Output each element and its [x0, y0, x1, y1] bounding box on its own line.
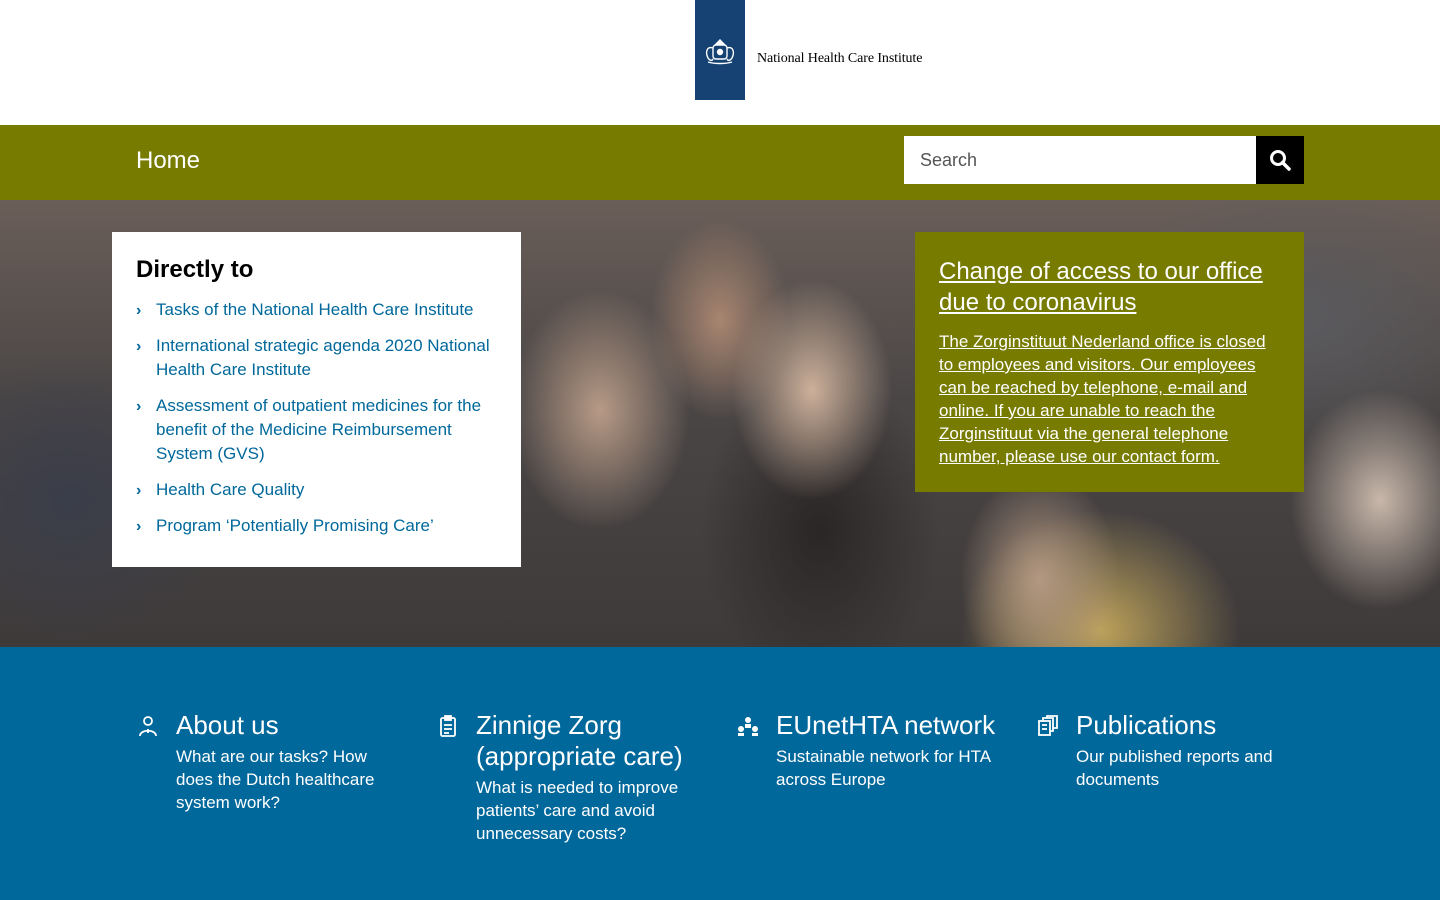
directly-to-list: › Tasks of the National Health Care Inst… — [136, 298, 497, 538]
tile-about-us[interactable]: About us What are our tasks? How does th… — [136, 710, 406, 814]
directly-to-title: Directly to — [136, 256, 254, 283]
chevron-right-icon: › — [136, 518, 142, 535]
chevron-right-icon: › — [136, 482, 142, 499]
chevron-right-icon: › — [136, 398, 142, 415]
chevron-right-icon: › — [136, 302, 142, 319]
tile-zinnige-zorg[interactable]: Zinnige Zorg (appropriate care) What is … — [436, 710, 696, 845]
tile-description: What is needed to improve patients’ care… — [476, 778, 679, 843]
logo-emblem[interactable] — [695, 0, 745, 100]
logo-text[interactable]: National Health Care Institute — [757, 51, 922, 67]
network-icon — [738, 717, 758, 736]
tile-title: Zinnige Zorg (appropriate care) — [476, 710, 683, 771]
directly-to-item: › Health Care Quality — [136, 478, 497, 502]
nav-home-link[interactable]: Home — [136, 147, 200, 175]
tile-title: Publications — [1076, 710, 1217, 740]
person-icon — [139, 716, 157, 737]
notice-panel: Change of access to our office due to co… — [915, 232, 1304, 492]
tile-title: About us — [176, 710, 279, 740]
notice-title-link[interactable]: Change of access to our office due to co… — [939, 256, 1280, 318]
directly-to-item: › Assessment of outpatient medicines for… — [136, 394, 497, 466]
directly-to-item: › Tasks of the National Health Care Inst… — [136, 298, 497, 322]
tile-description: Our published reports and documents — [1076, 747, 1273, 789]
tile-eunethta[interactable]: EUnetHTA network Sustainable network for… — [736, 710, 1006, 791]
directly-to-item: › Program ‘Potentially Promising Care’ — [136, 514, 497, 538]
directly-to-link[interactable]: Program ‘Potentially Promising Care’ — [156, 516, 434, 535]
directly-to-link[interactable]: Tasks of the National Health Care Instit… — [156, 300, 474, 319]
directly-to-link[interactable]: International strategic agenda 2020 Nati… — [156, 336, 490, 379]
directly-to-link[interactable]: Assessment of outpatient medicines for t… — [156, 396, 481, 463]
tile-description: Sustainable network for HTA across Europ… — [776, 747, 991, 789]
chevron-right-icon: › — [136, 338, 142, 355]
search-input[interactable] — [904, 136, 1256, 184]
coat-of-arms-icon — [705, 39, 735, 65]
directly-to-item: › International strategic agenda 2020 Na… — [136, 334, 497, 382]
clipboard-icon — [440, 715, 456, 737]
search-icon — [1270, 150, 1291, 171]
topic-tiles-section: About us What are our tasks? How does th… — [0, 647, 1440, 900]
directly-to-panel: Directly to › Tasks of the National Heal… — [112, 232, 521, 567]
notice-text-link[interactable]: The Zorginstituut Nederland office is cl… — [939, 330, 1280, 468]
search-form — [904, 136, 1304, 184]
site-header: National Health Care Institute — [0, 0, 1440, 125]
directly-to-link[interactable]: Health Care Quality — [156, 480, 304, 499]
tile-description: What are our tasks? How does the Dutch h… — [176, 747, 375, 812]
search-button[interactable] — [1256, 136, 1304, 184]
tile-title: EUnetHTA network — [776, 710, 996, 740]
tile-publications[interactable]: Publications Our published reports and d… — [1036, 710, 1306, 791]
publications-icon — [1038, 715, 1058, 736]
